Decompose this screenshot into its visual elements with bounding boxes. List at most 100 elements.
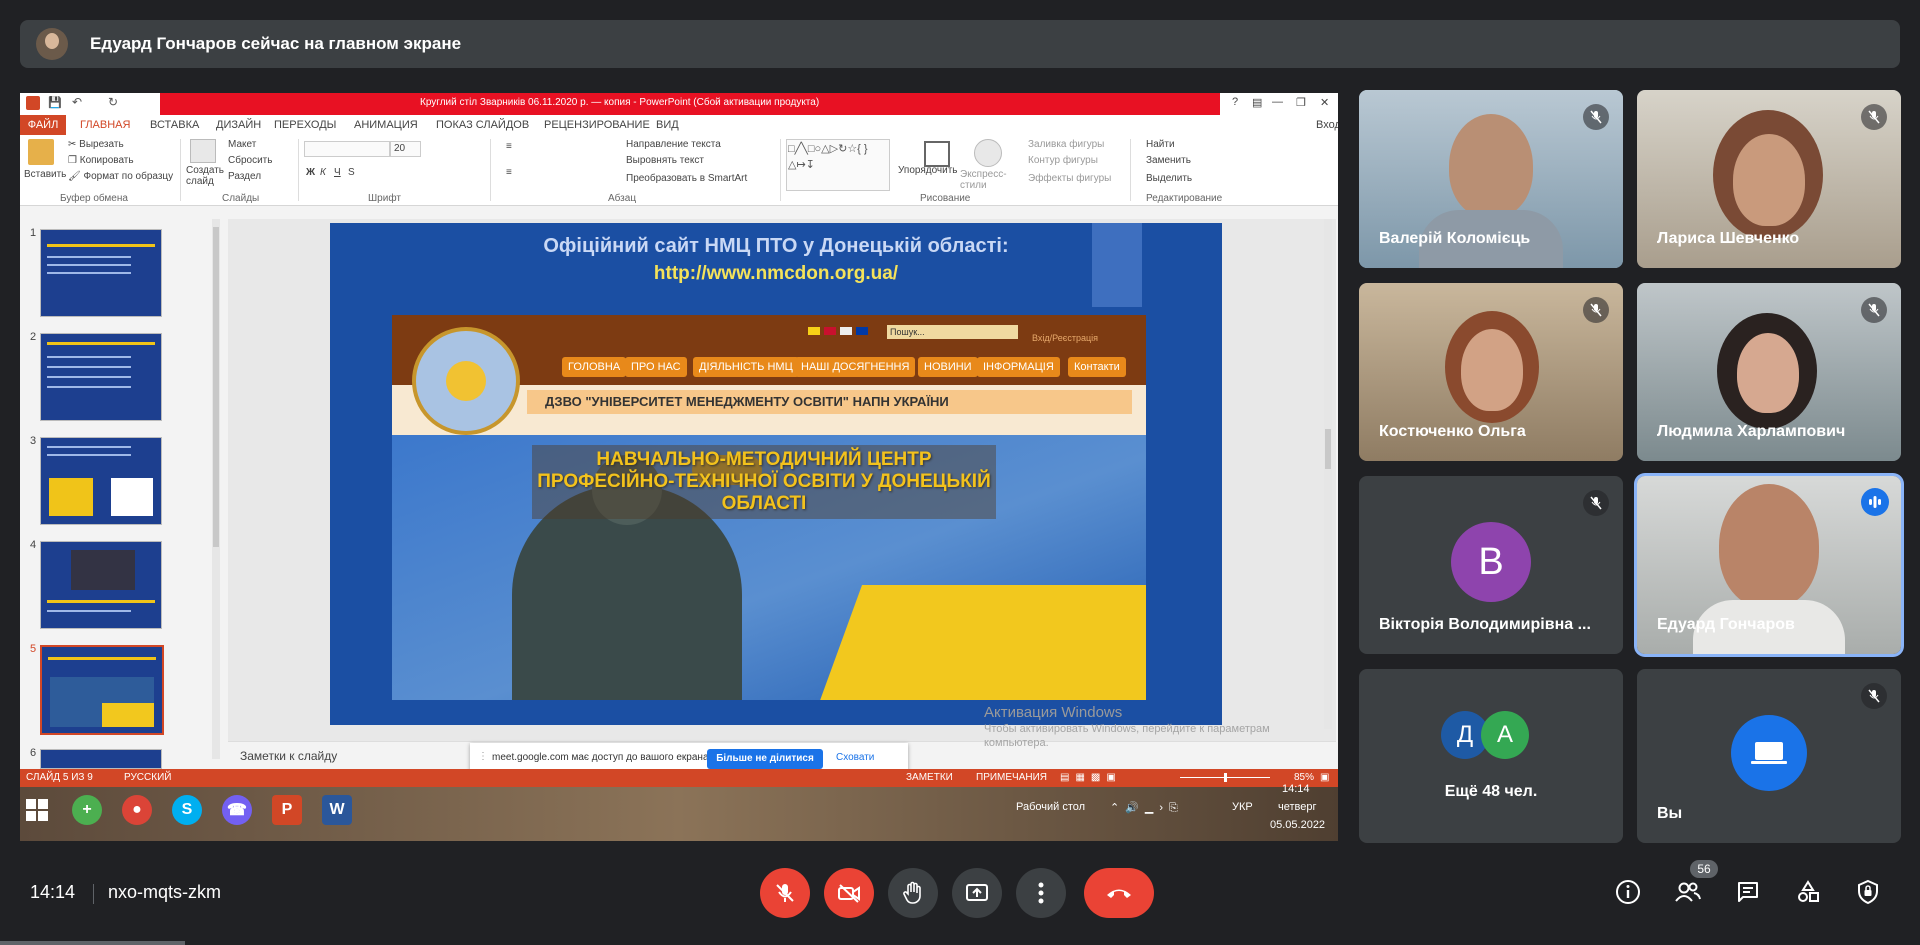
participant-tile-active-speaker[interactable]: Едуард Гончаров <box>1637 476 1901 654</box>
format-painter-button[interactable]: 🖌 Формат по образцу <box>68 171 173 182</box>
arrange-icon[interactable] <box>924 141 950 167</box>
ribbon-options-icon[interactable]: ▤ <box>1252 96 1262 109</box>
reset-button[interactable]: Сбросить <box>228 155 272 166</box>
slide-thumbnail[interactable] <box>40 437 162 525</box>
shape-outline-button[interactable]: Контур фигуры <box>1028 155 1098 166</box>
arrange-button[interactable]: Упорядочить <box>898 165 958 176</box>
participant-tile[interactable]: Валерій Коломієць <box>1359 90 1623 268</box>
font-family-select[interactable] <box>304 141 390 157</box>
zoom-level[interactable]: 85% <box>1294 772 1314 783</box>
tab-home[interactable]: ГЛАВНАЯ <box>80 119 130 131</box>
shapes-gallery[interactable]: □╱╲□○△▷↻☆{ }△↦↧ <box>786 139 890 191</box>
section-button[interactable]: Раздел <box>228 171 261 182</box>
underline-button[interactable]: Ч <box>334 167 341 178</box>
text-direction-button[interactable]: Направление текста <box>626 139 721 150</box>
find-button[interactable]: Найти <box>1146 139 1175 150</box>
slide-canvas[interactable]: Офіційний сайт НМЦ ПТО у Донецькій облас… <box>330 223 1222 725</box>
taskbar-time[interactable]: 14:14 <box>1282 783 1310 795</box>
view-buttons[interactable]: ▤▦▩▣ <box>1060 772 1122 783</box>
help-icon[interactable]: ? <box>1232 96 1238 108</box>
align-text-button[interactable]: Выровнять текст <box>626 155 704 166</box>
host-controls-button[interactable] <box>1848 872 1888 912</box>
italic-button[interactable]: К <box>320 167 326 178</box>
present-screen-button[interactable] <box>952 868 1002 918</box>
people-button[interactable] <box>1668 872 1708 912</box>
hide-share-bar-button[interactable]: Сховати <box>836 752 874 763</box>
windows-start-icon[interactable] <box>26 799 50 823</box>
slide-thumbnail[interactable] <box>40 333 162 421</box>
tab-slideshow[interactable]: ПОКАЗ СЛАЙДОВ <box>436 119 529 131</box>
replace-button[interactable]: Заменить <box>1146 155 1191 166</box>
tab-animation[interactable]: АНИМАЦИЯ <box>354 119 418 131</box>
tab-view[interactable]: ВИД <box>656 119 679 131</box>
quick-styles-button[interactable]: Экспресс-стили <box>960 169 1008 191</box>
participant-tile[interactable]: Лариса Шевченко <box>1637 90 1901 268</box>
slide-thumbnail[interactable] <box>40 541 162 629</box>
convert-smartart-button[interactable]: Преобразовать в SmartArt <box>626 173 747 184</box>
word-taskbar-icon[interactable]: W <box>322 795 352 825</box>
raise-hand-button[interactable] <box>888 868 938 918</box>
undo-icon[interactable]: ↶ <box>72 95 82 109</box>
participant-tile[interactable]: В Вікторія Володимирівна ... <box>1359 476 1623 654</box>
self-tile[interactable]: Вы <box>1637 669 1901 843</box>
strikethrough-button[interactable]: S <box>348 167 355 178</box>
paste-button[interactable]: Вставить <box>24 169 66 180</box>
tab-transitions[interactable]: ПЕРЕХОДЫ <box>274 119 336 131</box>
shape-fill-button[interactable]: Заливка фигуры <box>1028 139 1104 150</box>
more-options-button[interactable] <box>1016 868 1066 918</box>
tab-review[interactable]: РЕЦЕНЗИРОВАНИЕ <box>544 119 650 131</box>
tab-design[interactable]: ДИЗАЙН <box>216 119 261 131</box>
minimize-icon[interactable]: — <box>1272 96 1283 108</box>
fit-slide-icon[interactable]: ▣ <box>1320 772 1329 783</box>
comments-button[interactable]: ПРИМЕЧАНИЯ <box>976 772 1047 783</box>
bullets-button[interactable]: ≡ <box>506 141 512 152</box>
tab-insert[interactable]: ВСТАВКА <box>150 119 199 131</box>
app-icon[interactable]: + <box>72 795 102 825</box>
toggle-camera-button[interactable] <box>824 868 874 918</box>
quick-styles-icon[interactable] <box>974 139 1002 167</box>
notes-button[interactable]: ЗАМЕТКИ <box>906 772 953 783</box>
tray-icons[interactable]: ⌃🔊▁›⎘ <box>1110 801 1184 815</box>
new-slide-button[interactable]: Создать слайд <box>186 165 226 187</box>
keyboard-language[interactable]: УКР <box>1232 801 1253 813</box>
slide-thumbnail-selected[interactable] <box>40 645 164 735</box>
sign-in-link[interactable]: Вход <box>1316 119 1338 131</box>
meeting-details-button[interactable] <box>1608 872 1648 912</box>
chrome-icon[interactable]: ● <box>122 795 152 825</box>
skype-icon[interactable]: S <box>172 795 202 825</box>
cut-button[interactable]: ✂ Вырезать <box>68 139 124 150</box>
bold-button[interactable]: Ж <box>306 167 315 178</box>
font-size-select[interactable]: 20 <box>390 141 421 157</box>
slide-thumbnail[interactable] <box>40 749 162 769</box>
select-button[interactable]: Выделить <box>1146 173 1192 184</box>
drag-handle-icon[interactable]: ⋮ <box>478 751 488 762</box>
scrollbar-thumb[interactable] <box>213 227 219 547</box>
layout-button[interactable]: Макет <box>228 139 256 150</box>
copy-button[interactable]: ❐ Копировать <box>68 155 134 166</box>
paste-icon[interactable] <box>28 139 54 165</box>
new-slide-icon[interactable] <box>190 139 216 163</box>
tab-file[interactable]: ФАЙЛ <box>20 115 66 135</box>
activities-button[interactable] <box>1788 872 1828 912</box>
language-indicator[interactable]: РУССКИЙ <box>124 772 171 783</box>
desktop-toolbar[interactable]: Рабочий стол <box>1016 801 1085 813</box>
participant-tile[interactable]: Костюченко Ольга <box>1359 283 1623 461</box>
toggle-mic-button[interactable] <box>760 868 810 918</box>
stop-sharing-button[interactable]: Більше не ділитися <box>707 749 823 769</box>
redo-icon[interactable]: ↻ <box>108 95 118 109</box>
powerpoint-taskbar-icon[interactable]: P <box>272 795 302 825</box>
scrollbar-thumb[interactable] <box>1325 429 1331 469</box>
shape-effects-button[interactable]: Эффекты фигуры <box>1028 173 1111 184</box>
thumbnails-scrollbar[interactable] <box>212 219 220 759</box>
restore-icon[interactable]: ❐ <box>1296 96 1306 109</box>
participant-tile[interactable]: Людмила Харлампович <box>1637 283 1901 461</box>
leave-call-button[interactable] <box>1084 868 1154 918</box>
viber-icon[interactable]: ☎ <box>222 795 252 825</box>
zoom-slider-thumb[interactable] <box>1224 773 1227 782</box>
chat-button[interactable] <box>1728 872 1768 912</box>
save-icon[interactable]: 💾 <box>48 96 62 109</box>
align-left-button[interactable]: ≡ <box>506 167 512 178</box>
close-icon[interactable]: ✕ <box>1320 96 1329 109</box>
slide-thumbnail[interactable] <box>40 229 162 317</box>
more-participants-tile[interactable]: Д А Ещё 48 чел. <box>1359 669 1623 843</box>
